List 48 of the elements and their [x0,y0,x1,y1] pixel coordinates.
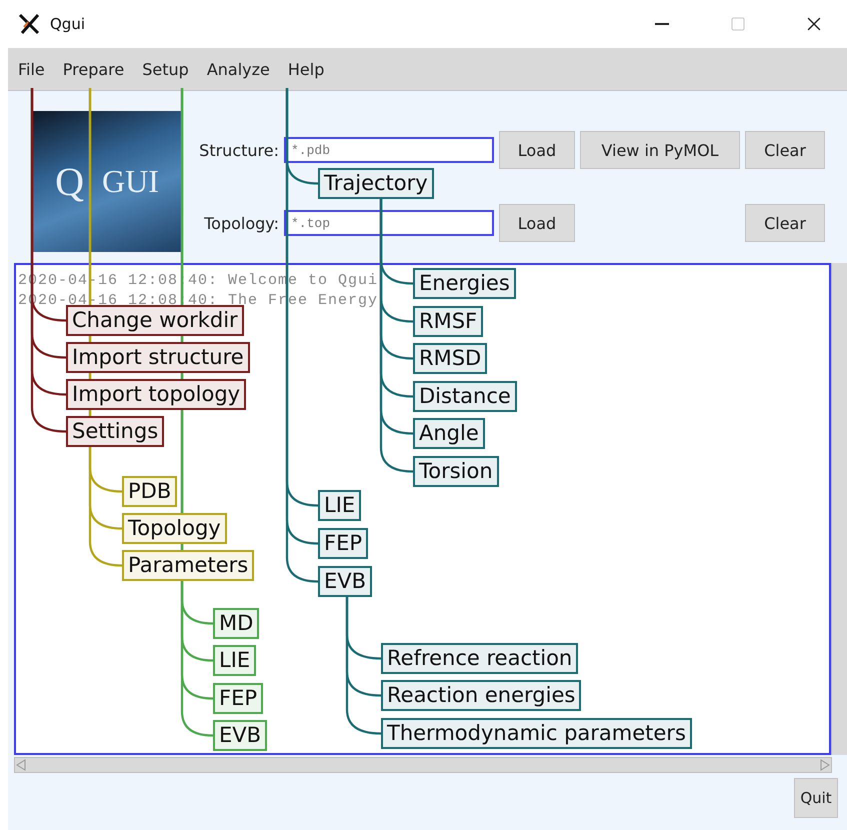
annotation-label: Refrence reaction [381,643,578,674]
annotation-label: Topology [122,513,227,544]
annotation-label: FEP [318,528,368,559]
annotation-label: Torsion [413,456,499,487]
annotation-label: LIE [318,490,362,521]
annotation-label: Trajectory [318,168,434,199]
annotation-label: FEP [213,683,264,714]
annotation-label: EVB [318,566,372,597]
window-title: Qgui [50,15,86,33]
right-arrow-icon [819,759,831,771]
annotation-label: Parameters [122,550,254,581]
annotation-label: Distance [413,381,517,412]
menu-item[interactable]: Analyze [206,53,279,85]
annotation-label: MD [213,608,260,639]
menu-item[interactable]: Prepare [62,53,134,85]
maximize-icon [730,16,746,32]
annotation-label: EVB [213,720,268,751]
minimize-icon [655,23,669,25]
annotation-label: Angle [413,418,485,449]
annotation-label: LIE [213,645,256,676]
annotation-label: Settings [66,416,164,447]
x-logo-icon [18,13,40,35]
annotation-label: PDB [122,476,178,507]
topology-field[interactable]: *.top [284,210,494,236]
action-button[interactable]: View in PyMOL [580,131,740,169]
structure-field[interactable]: *.pdb [284,137,494,163]
vertical-scrollbar[interactable] [831,263,847,755]
annotation-label: Change workdir [66,305,244,336]
action-button[interactable]: Clear [745,204,825,242]
action-button[interactable]: Load [499,204,575,242]
annotation-label: RMSF [413,306,484,337]
logo: Q GUI [33,111,181,252]
annotation-label: Import topology [66,379,246,410]
annotation-label: Thermodynamic parameters [381,718,692,749]
left-arrow-icon [15,759,27,771]
menu-item[interactable]: Help [288,53,334,85]
annotation-label: RMSD [413,343,488,374]
menu-item[interactable]: Setup [142,53,198,85]
menu-item[interactable]: File [18,53,54,85]
annotation-label: Reaction energies [381,680,582,711]
horizontal-scrollbar[interactable] [14,757,832,773]
field-label: Topology: [203,214,279,232]
annotation-label: Energies [413,268,516,299]
quit-button[interactable]: Quit [794,778,838,818]
action-button[interactable]: Clear [745,131,825,169]
field-label: Structure: [198,140,279,160]
action-button[interactable]: Load [499,131,575,169]
annotation-label: Import structure [66,342,250,373]
